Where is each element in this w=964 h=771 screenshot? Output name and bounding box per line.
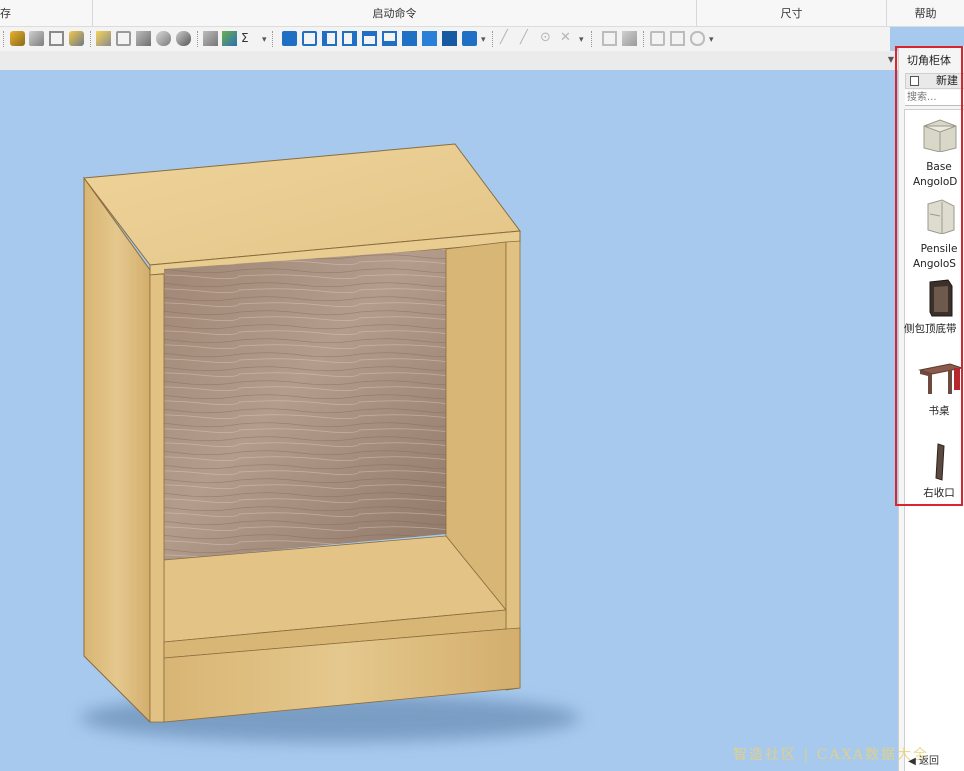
render-tool-icon[interactable] [69, 31, 84, 46]
stack-tool-icon[interactable] [622, 31, 637, 46]
sum-icon[interactable]: Σ [241, 31, 256, 46]
edit-tool-icon[interactable] [29, 31, 44, 46]
view-iso-1-icon[interactable] [402, 31, 417, 46]
toolbar-separator [591, 31, 593, 47]
new-document-icon [910, 76, 919, 86]
layout-tool-icon[interactable] [602, 31, 617, 46]
list-item[interactable]: 侧包顶底带 [904, 278, 964, 348]
back-button[interactable]: ◀ 返回 [905, 753, 964, 771]
view-left-icon[interactable] [322, 31, 337, 46]
check-tool-icon[interactable] [176, 31, 191, 46]
ribbon-group-help[interactable]: 帮助 [887, 0, 964, 26]
item-label-line1: 侧包顶底带 [904, 323, 957, 335]
collapse-ribbon-icon[interactable]: ▼ [888, 55, 894, 64]
right-closing-panel-icon [935, 443, 945, 481]
item-label-line2: AngoloD [913, 176, 958, 188]
copy-tool-icon[interactable] [116, 31, 131, 46]
table-tool-icon[interactable] [222, 31, 237, 46]
toolbar-separator [643, 31, 645, 47]
page-tool-3-icon[interactable] [690, 31, 705, 46]
ribbon-bottom-strip: ▼ [0, 51, 898, 71]
page-tool-2-icon[interactable] [670, 31, 685, 46]
watermark: 智造社区 | CAXA数据大全 [733, 747, 930, 763]
item-label-line1: 书桌 [928, 405, 950, 417]
list-item[interactable]: 右收口 [905, 442, 964, 512]
item-label-line1: Pensile [920, 243, 958, 255]
library-panel: 切角柜体 新建 Base AngoloD Pensile AngoloS [898, 46, 964, 771]
corner-base-cabinet-icon [923, 119, 957, 152]
desk-icon [918, 363, 962, 394]
search-input[interactable] [905, 90, 964, 106]
list-item[interactable]: Base AngoloD [905, 116, 964, 196]
toolbar-separator [3, 31, 5, 47]
new-button-label: 新建 [936, 74, 958, 87]
ribbon-group-dimension[interactable]: 尺寸 [697, 0, 887, 26]
ribbon-group-save[interactable]: 存 [0, 0, 93, 26]
back-arrow-icon: ◀ [908, 756, 916, 767]
command-toolbar: Σ ▾ ▾ ╱ ╱ ⊙ ✕ ▾ ▾ [0, 27, 890, 51]
cabinet-model[interactable] [0, 70, 898, 771]
toolbar-separator [197, 31, 199, 47]
panel-title: 切角柜体 [907, 54, 951, 67]
corner-wall-cabinet-icon [927, 199, 955, 234]
component-tool-icon[interactable] [96, 31, 111, 46]
measure-tool-icon[interactable] [156, 31, 171, 46]
move-tool-icon[interactable] [136, 31, 151, 46]
delete-icon[interactable]: ✕ [560, 31, 575, 46]
back-button-label: 返回 [919, 756, 939, 767]
item-label-line1: 右收口 [923, 487, 955, 499]
view-back-icon[interactable] [302, 31, 317, 46]
item-label-line2: AngoloS [913, 258, 956, 270]
toolbar-separator [492, 31, 494, 47]
view-front-icon[interactable] [282, 31, 297, 46]
page-tool-1-icon[interactable] [650, 31, 665, 46]
new-button[interactable]: 新建 [905, 73, 964, 89]
view-iso-2-icon[interactable] [422, 31, 437, 46]
toolbar-separator [90, 31, 92, 47]
list-item[interactable]: Pensile AngoloS [905, 198, 964, 276]
3d-viewport[interactable] [0, 70, 898, 771]
view-right-icon[interactable] [342, 31, 357, 46]
cabinet-left-side [83, 176, 151, 724]
list-item[interactable]: 书桌 [905, 360, 964, 430]
page-more-dropdown-icon[interactable]: ▾ [709, 31, 715, 46]
item-label-line1: Base [926, 161, 952, 173]
draw-more-dropdown-icon[interactable]: ▾ [579, 31, 585, 46]
view-more-dropdown-icon[interactable]: ▾ [481, 31, 487, 46]
draw-polyline-icon[interactable]: ╱ [520, 31, 535, 46]
component-list[interactable]: Base AngoloD Pensile AngoloS 侧包顶底带 书桌 右收… [904, 109, 964, 771]
view-iso-3-icon[interactable] [442, 31, 457, 46]
group-tool-icon[interactable] [49, 31, 64, 46]
side-wrap-cabinet-icon [929, 279, 953, 317]
view-iso-4-icon[interactable] [462, 31, 477, 46]
material-paint-icon[interactable] [10, 31, 25, 46]
draw-line-icon[interactable]: ╱ [500, 31, 515, 46]
more-dropdown-icon[interactable]: ▾ [262, 31, 268, 46]
toolbar-separator [272, 31, 274, 47]
line-tool-icon[interactable] [203, 31, 218, 46]
ribbon-group-bar: 存 启动命令 尺寸 帮助 [0, 0, 964, 27]
draw-circle-icon[interactable]: ⊙ [540, 31, 555, 46]
ribbon-group-launch-commands[interactable]: 启动命令 [93, 0, 697, 26]
view-top-icon[interactable] [362, 31, 377, 46]
view-bottom-icon[interactable] [382, 31, 397, 46]
